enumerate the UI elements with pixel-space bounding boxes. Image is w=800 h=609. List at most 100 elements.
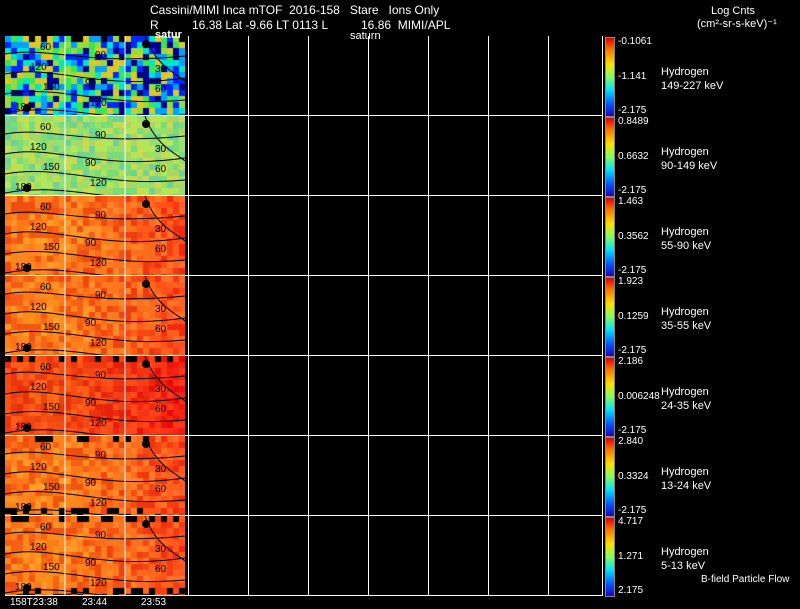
contour-label: 90 xyxy=(85,558,97,569)
contour-overlay: 60 90 120 30 90 150 60 120 180 xyxy=(5,436,185,516)
colorbar-max-label: 0.8489 xyxy=(618,116,649,127)
units-subtitle: (cm²-sr-s-keV)⁻¹ xyxy=(697,18,777,30)
grid-line xyxy=(602,116,603,196)
colorbar xyxy=(605,357,615,437)
grid-line xyxy=(488,516,489,596)
grid-line xyxy=(428,116,429,196)
contour-label: 180 xyxy=(15,342,32,353)
grid-line xyxy=(188,436,189,516)
colorbar-mid-label: 0.3324 xyxy=(618,471,649,482)
energy-range-label: 35-55 keV xyxy=(661,320,712,332)
grid-line xyxy=(188,116,189,196)
contour-label: 180 xyxy=(15,582,32,593)
contour-label: 180 xyxy=(15,262,32,273)
species-label: Hydrogen xyxy=(661,146,709,158)
grid-line xyxy=(188,36,189,116)
grid-line xyxy=(248,36,249,116)
contour-label: 30 xyxy=(155,304,167,315)
grid-line xyxy=(428,36,429,116)
grid-line xyxy=(248,196,249,276)
angular-heatmap-panel: 60 90 120 30 90 150 60 120 180 xyxy=(5,516,185,596)
saturn-marker xyxy=(142,280,150,288)
contour-label: 120 xyxy=(90,258,107,269)
energy-row: 60 90 120 30 90 150 60 120 180 xyxy=(5,356,603,436)
contour-overlay: 60 90 120 30 90 150 60 120 180 xyxy=(5,116,185,196)
plot-subtitle: R 16.38 Lat -9.66 LT 0113 L 16.86 MIMI/A… xyxy=(150,18,451,32)
contour-overlay: 60 90 120 30 90 150 60 120 180 xyxy=(5,516,185,596)
grid-line xyxy=(368,36,369,116)
energy-row: 60 90 120 30 90 150 60 120 180 xyxy=(5,36,603,116)
species-label: Hydrogen xyxy=(661,466,709,478)
contour-label: 30 xyxy=(155,224,167,235)
colorbar xyxy=(605,197,615,277)
energy-range-label: 13-24 keV xyxy=(661,480,712,492)
contour-label: 90 xyxy=(85,158,97,169)
grid-line xyxy=(428,516,429,596)
grid-line xyxy=(548,436,549,516)
contour-label: 180 xyxy=(15,102,32,113)
energy-row: 60 90 120 30 90 150 60 120 180 xyxy=(5,196,603,276)
contour-label: 30 xyxy=(155,384,167,395)
contour-label: 90 xyxy=(95,50,107,61)
contour-label: 90 xyxy=(85,78,97,89)
grid-line xyxy=(248,436,249,516)
panel-caption-mid: saturn xyxy=(350,30,381,42)
saturn-marker xyxy=(142,200,150,208)
plot-title: Cassini/MIMI Inca mTOF 2016-158 Stare Io… xyxy=(150,3,440,17)
grid-line xyxy=(308,436,309,516)
time-label-2: 23:44 xyxy=(82,597,108,608)
grid-line xyxy=(428,436,429,516)
grid-line xyxy=(308,276,309,356)
grid-line xyxy=(368,276,369,356)
colorbar-mid-label: -1.141 xyxy=(618,71,647,82)
contour-label: 60 xyxy=(40,362,52,373)
grid-line xyxy=(5,595,603,596)
contour-label: 60 xyxy=(40,42,52,53)
colorbar-max-label: 1.923 xyxy=(618,276,644,287)
grid-line xyxy=(488,436,489,516)
colorbar-max-label: 2.186 xyxy=(618,356,644,367)
contour-overlay: 60 90 120 30 90 150 60 120 180 xyxy=(5,196,185,276)
grid-line xyxy=(248,276,249,356)
colorbar-min-label: -2.175 xyxy=(618,345,647,356)
grid-line xyxy=(602,276,603,356)
grid-line xyxy=(548,516,549,596)
contour-label: 60 xyxy=(155,84,167,95)
contour-overlay: 60 90 120 30 90 150 60 120 180 xyxy=(5,356,185,436)
species-label: Hydrogen xyxy=(661,386,709,398)
contour-label: 90 xyxy=(95,370,107,381)
grid-line xyxy=(602,436,603,516)
grid-line xyxy=(368,116,369,196)
grid-line xyxy=(428,276,429,356)
units-title: Log Cnts xyxy=(711,5,756,17)
grid-line xyxy=(488,276,489,356)
contour-label: 90 xyxy=(95,210,107,221)
contour-label: 120 xyxy=(90,498,107,509)
contour-label: 120 xyxy=(90,418,107,429)
contour-label: 120 xyxy=(30,382,47,393)
contour-label: 150 xyxy=(43,402,60,413)
saturn-marker xyxy=(142,360,150,368)
contour-label: 90 xyxy=(85,318,97,329)
grid-line xyxy=(368,516,369,596)
contour-label: 30 xyxy=(155,464,167,475)
energy-range-label: 24-35 keV xyxy=(661,400,712,412)
energy-range-label: 90-149 keV xyxy=(661,160,718,172)
grid-line xyxy=(248,516,249,596)
contour-overlay: 60 90 120 30 90 150 60 120 180 xyxy=(5,36,185,116)
contour-label: 120 xyxy=(90,178,107,189)
grid-line xyxy=(548,116,549,196)
grid-line xyxy=(602,356,603,436)
energy-row: 60 90 120 30 90 150 60 120 180 xyxy=(5,116,603,196)
energy-range-label: 149-227 keV xyxy=(661,80,724,92)
contour-label: 90 xyxy=(85,398,97,409)
colorbar-min-label: -2.175 xyxy=(618,185,647,196)
species-label: Hydrogen xyxy=(661,226,709,238)
colorbar xyxy=(605,437,615,517)
colorbar-mid-label: 0.6632 xyxy=(618,151,649,162)
saturn-marker xyxy=(142,440,150,448)
contour-label: 120 xyxy=(30,142,47,153)
contour-label: 90 xyxy=(85,478,97,489)
grid-line xyxy=(308,36,309,116)
time-label-3: 23:53 xyxy=(141,597,167,608)
